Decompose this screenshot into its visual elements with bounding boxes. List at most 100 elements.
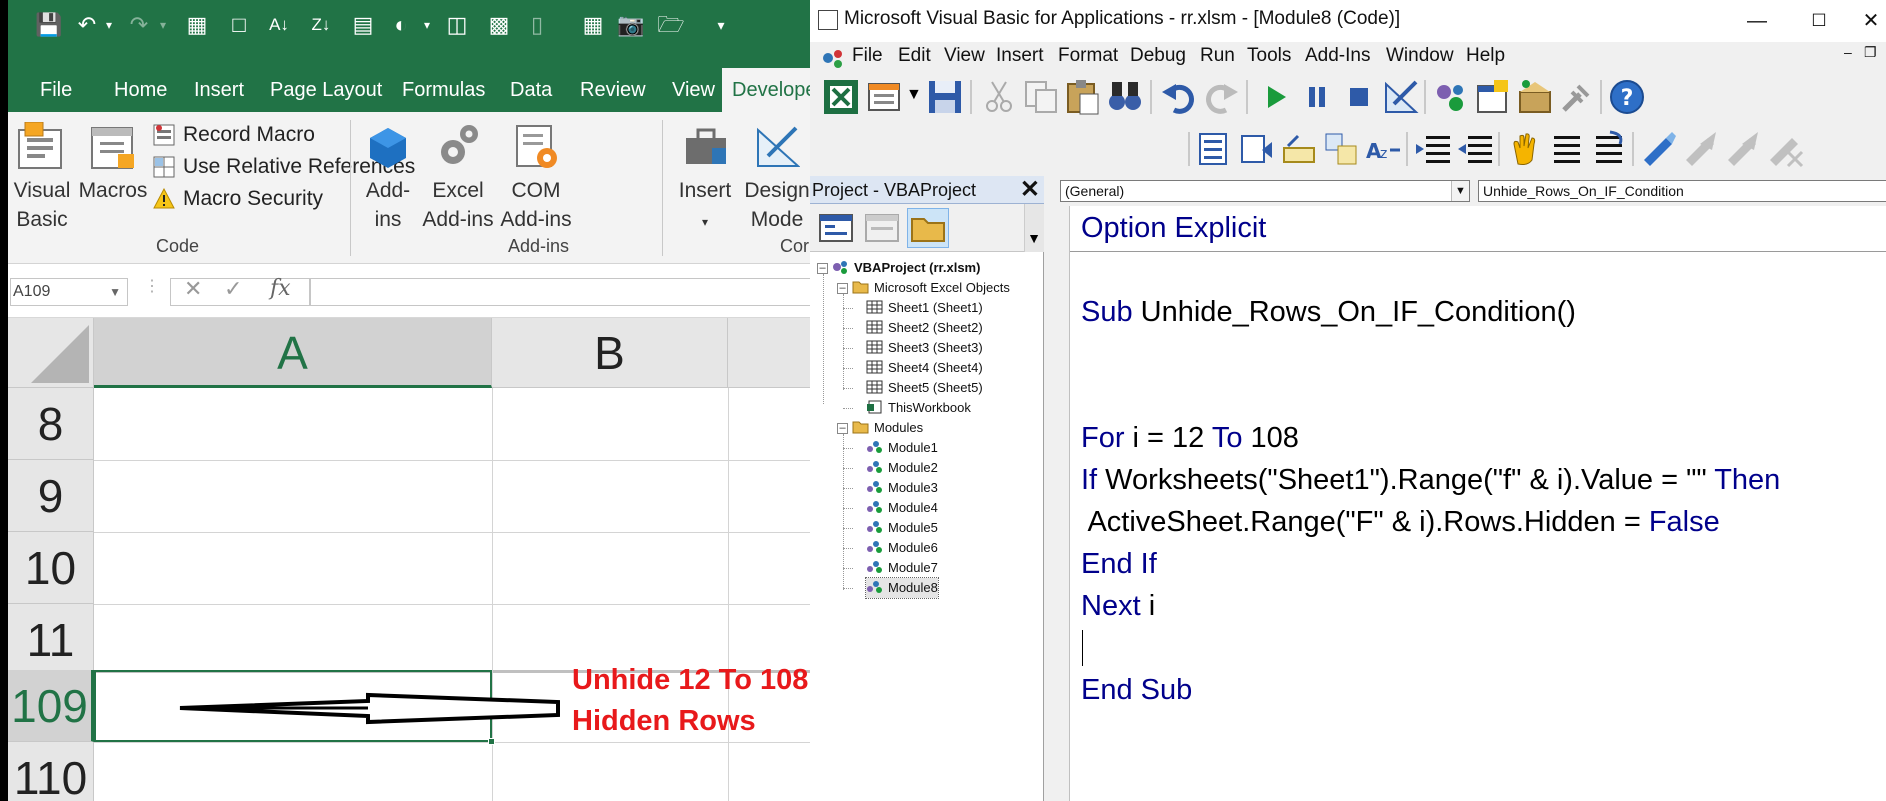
view-excel-icon[interactable] (822, 78, 860, 116)
previous-bookmark-icon[interactable] (1724, 130, 1762, 168)
customize-toolbar-icon[interactable]: ▾ (706, 10, 736, 40)
close-icon[interactable]: ✕ (1846, 4, 1886, 38)
column-header-a[interactable]: A (94, 318, 492, 388)
tree-thisworkbook[interactable]: ThisWorkbook (866, 398, 971, 418)
macro-security-button[interactable]: Macro Security (153, 184, 323, 214)
paste-icon[interactable] (1064, 78, 1102, 116)
new-document-icon[interactable]: □ (224, 10, 254, 40)
row-header-9[interactable]: 9 (8, 460, 94, 532)
indent-icon[interactable] (1414, 130, 1452, 168)
run-icon[interactable] (1256, 78, 1294, 116)
close-pane-icon[interactable]: ✕ (1020, 176, 1040, 204)
tree-sheet3[interactable]: Sheet3 (Sheet3) (866, 338, 983, 358)
tree-sheet4[interactable]: Sheet4 (Sheet4) (866, 358, 983, 378)
design-mode-button[interactable]: Design Mode (742, 122, 810, 234)
row-header-11[interactable]: 11 (8, 604, 94, 676)
chart-dropdown-icon[interactable]: ▾ (412, 10, 442, 40)
disabled-tool-icon[interactable]: ▯ (522, 10, 552, 40)
outdent-icon[interactable] (1456, 130, 1494, 168)
visual-basic-button[interactable]: Visual Basic (12, 122, 72, 234)
insert-dropdown-icon[interactable]: ▼ (906, 86, 922, 104)
tab-home[interactable]: Home (104, 68, 177, 112)
copy-format-icon[interactable]: ▩ (484, 10, 514, 40)
object-combo-dropdown-icon[interactable]: ▼ (1451, 181, 1469, 201)
tree-module2[interactable]: Module2 (866, 458, 938, 478)
tab-insert[interactable]: Insert (184, 68, 254, 112)
select-all-button[interactable] (8, 318, 94, 388)
tab-data[interactable]: Data (500, 68, 562, 112)
formula-input[interactable] (310, 278, 810, 306)
find-icon[interactable] (1106, 78, 1144, 116)
tree-excel-objects[interactable]: Microsoft Excel Objects (852, 278, 1010, 298)
project-explorer-icon[interactable] (1432, 78, 1470, 116)
menu-debug[interactable]: Debug (1130, 45, 1186, 67)
complete-word-icon[interactable]: Az (1364, 130, 1402, 168)
object-browser-icon[interactable] (1516, 78, 1554, 116)
column-header-c[interactable] (728, 318, 810, 388)
toggle-bookmark-icon[interactable] (1640, 130, 1678, 168)
collapse-modules-icon[interactable]: – (837, 423, 848, 434)
tab-formulas[interactable]: Formulas (392, 68, 495, 112)
menu-insert[interactable]: Insert (996, 45, 1044, 67)
redo-dropdown-icon[interactable]: ▾ (148, 10, 178, 40)
copy-icon[interactable] (1022, 78, 1060, 116)
procedure-combo[interactable]: Unhide_Rows_On_IF_Condition (1478, 180, 1886, 202)
row-header-10[interactable]: 10 (8, 532, 94, 604)
insert-controls-button[interactable]: Insert ▾ (674, 122, 736, 237)
collapse-root-icon[interactable]: – (817, 263, 828, 274)
tree-module5[interactable]: Module5 (866, 518, 938, 538)
collapse-excel-objects-icon[interactable]: – (837, 283, 848, 294)
design-mode-icon[interactable] (1382, 78, 1420, 116)
row-header-8[interactable]: 8 (8, 388, 94, 460)
help-icon[interactable]: ? (1608, 78, 1646, 116)
cut-icon[interactable] (980, 78, 1018, 116)
menu-window[interactable]: Window (1386, 45, 1454, 67)
reset-icon[interactable] (1340, 78, 1378, 116)
tree-module6[interactable]: Module6 (866, 538, 938, 558)
row-header-109[interactable]: 109 (8, 670, 94, 742)
column-header-b[interactable]: B (492, 318, 728, 388)
comment-block-icon[interactable] (1548, 130, 1586, 168)
list-constants-icon[interactable] (1238, 130, 1276, 168)
record-macro-button[interactable]: Record Macro (153, 120, 315, 150)
view-code-icon[interactable] (816, 209, 856, 247)
menu-run[interactable]: Run (1200, 45, 1235, 67)
insert-function-icon[interactable]: fx (270, 276, 291, 301)
name-box[interactable]: A109 ▼ (10, 278, 128, 306)
tree-root[interactable]: VBAProject (rr.xlsm) (832, 258, 980, 278)
menu-format[interactable]: Format (1058, 45, 1118, 67)
quick-info-icon[interactable] (1280, 130, 1318, 168)
calculator-icon[interactable]: ▦ (182, 10, 212, 40)
form-icon[interactable]: ▤ (348, 10, 378, 40)
maximize-icon[interactable]: ☐ (1794, 4, 1844, 38)
tab-view[interactable]: View (662, 68, 725, 112)
tree-sheet5[interactable]: Sheet5 (Sheet5) (866, 378, 983, 398)
macros-button[interactable]: Macros (78, 122, 148, 205)
list-properties-icon[interactable] (1196, 130, 1234, 168)
tree-module7[interactable]: Module7 (866, 558, 938, 578)
next-bookmark-icon[interactable] (1682, 130, 1720, 168)
tree-sheet2[interactable]: Sheet2 (Sheet2) (866, 318, 983, 338)
tree-module3[interactable]: Module3 (866, 478, 938, 498)
menu-file[interactable]: File (852, 45, 883, 67)
toggle-folders-icon[interactable] (907, 208, 949, 248)
menu-view[interactable]: View (944, 45, 985, 67)
mdi-minimize-icon[interactable]: – (1844, 44, 1852, 60)
enter-icon[interactable]: ✓ (224, 276, 242, 302)
break-icon[interactable] (1298, 78, 1336, 116)
view-object-icon[interactable] (862, 209, 902, 247)
excel-addins-button[interactable]: Excel Add-ins (420, 122, 496, 234)
scroll-down-icon[interactable]: ▼ (1027, 230, 1041, 246)
menu-edit[interactable]: Edit (898, 45, 931, 67)
tree-module4[interactable]: Module4 (866, 498, 938, 518)
undo-icon[interactable] (1160, 78, 1198, 116)
menu-add-ins[interactable]: Add-Ins (1305, 45, 1370, 67)
insert-userform-icon[interactable] (866, 78, 904, 116)
export-icon[interactable]: ◫ (442, 10, 472, 40)
toolbox-icon[interactable] (1558, 78, 1596, 116)
toggle-breakpoint-icon[interactable] (1506, 130, 1544, 168)
tab-page-layout[interactable]: Page Layout (260, 68, 392, 112)
tab-file[interactable]: File (30, 68, 82, 112)
code-margin[interactable] (1050, 206, 1070, 801)
sort-descending-icon[interactable]: Z↓ (306, 10, 336, 40)
